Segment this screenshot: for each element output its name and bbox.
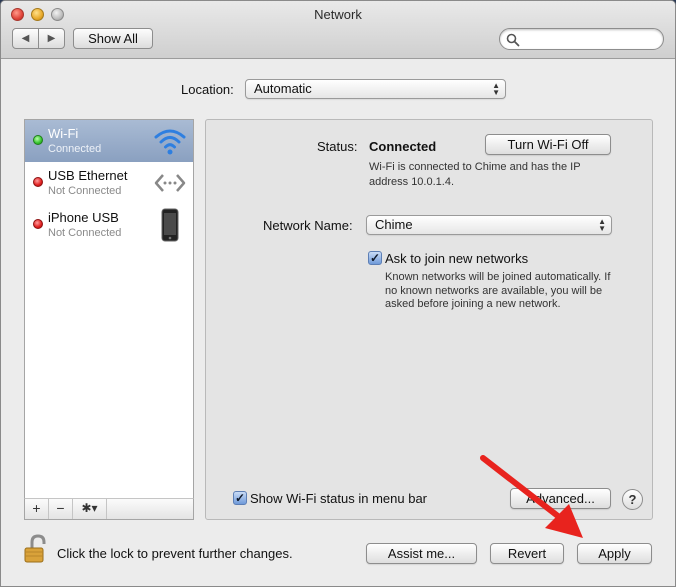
status-dot-icon <box>33 135 43 145</box>
lock-icon[interactable] <box>23 534 49 564</box>
service-status: Not Connected <box>48 185 122 197</box>
window-title: Network <box>314 7 362 22</box>
service-name: iPhone USB <box>48 210 119 225</box>
ask-to-join-checkbox[interactable]: ✓ <box>368 251 382 265</box>
back-button[interactable]: ◀ <box>13 29 38 48</box>
popup-arrows-icon: ▲ ▼ <box>492 81 500 97</box>
status-label: Status: <box>317 139 358 154</box>
network-preferences-window: Network ◀ ▶ Show All Location: Automatic… <box>0 0 676 587</box>
revert-button[interactable]: Revert <box>490 543 564 564</box>
advanced-button[interactable]: Advanced... <box>510 488 611 509</box>
service-status: Connected <box>48 143 102 155</box>
remove-service-button[interactable]: − <box>49 499 73 519</box>
ask-to-join-label[interactable]: Ask to join new networks <box>385 251 528 266</box>
service-item-wifi[interactable]: Wi-Fi Connected <box>25 120 193 162</box>
service-list-footer: + − ✱▾ <box>24 498 194 520</box>
network-name-value: Chime <box>375 217 413 232</box>
show-wifi-status-label[interactable]: Show Wi-Fi status in menu bar <box>250 491 427 506</box>
service-name: Wi-Fi <box>48 126 79 141</box>
back-forward-group: ◀ ▶ <box>12 28 65 49</box>
service-list: Wi-Fi Connected USB Ethernet Not Connect… <box>24 119 194 499</box>
status-description: Wi-Fi is connected to Chime and has the … <box>369 161 581 188</box>
apply-button[interactable]: Apply <box>577 543 652 564</box>
ethernet-arrows-icon <box>154 174 186 192</box>
location-popup[interactable]: Automatic ▲ ▼ <box>245 79 506 99</box>
network-name-popup[interactable]: Chime ▲ ▼ <box>366 215 612 235</box>
status-dot-icon <box>33 177 43 187</box>
status-value: Connected <box>369 139 437 154</box>
search-icon <box>506 33 520 47</box>
status-dot-icon <box>33 219 43 229</box>
location-value: Automatic <box>254 81 312 96</box>
search-field[interactable] <box>499 28 664 50</box>
turn-wifi-off-button[interactable]: Turn Wi-Fi Off <box>485 134 611 155</box>
gear-menu-button[interactable]: ✱▾ <box>73 499 107 519</box>
service-name: USB Ethernet <box>48 168 128 183</box>
assist-me-button[interactable]: Assist me... <box>366 543 477 564</box>
service-item-iphone-usb[interactable]: iPhone USB Not Connected <box>25 204 193 246</box>
lock-label: Click the lock to prevent further change… <box>57 546 293 561</box>
show-wifi-status-checkbox[interactable]: ✓ <box>233 491 247 505</box>
network-name-label: Network Name: <box>263 218 353 233</box>
service-status: Not Connected <box>48 227 122 239</box>
forward-button[interactable]: ▶ <box>38 29 64 48</box>
show-all-button[interactable]: Show All <box>73 28 153 49</box>
help-button[interactable]: ? <box>622 489 643 510</box>
iphone-icon <box>161 208 179 242</box>
title-bar: Network ◀ ▶ Show All <box>1 1 675 59</box>
location-label: Location: <box>181 82 234 97</box>
popup-arrows-icon: ▲ ▼ <box>598 217 606 233</box>
ask-to-join-description: Known networks will be joined automatica… <box>385 271 611 310</box>
wifi-icon <box>154 129 186 155</box>
service-item-usb-ethernet[interactable]: USB Ethernet Not Connected <box>25 162 193 204</box>
add-service-button[interactable]: + <box>25 499 49 519</box>
